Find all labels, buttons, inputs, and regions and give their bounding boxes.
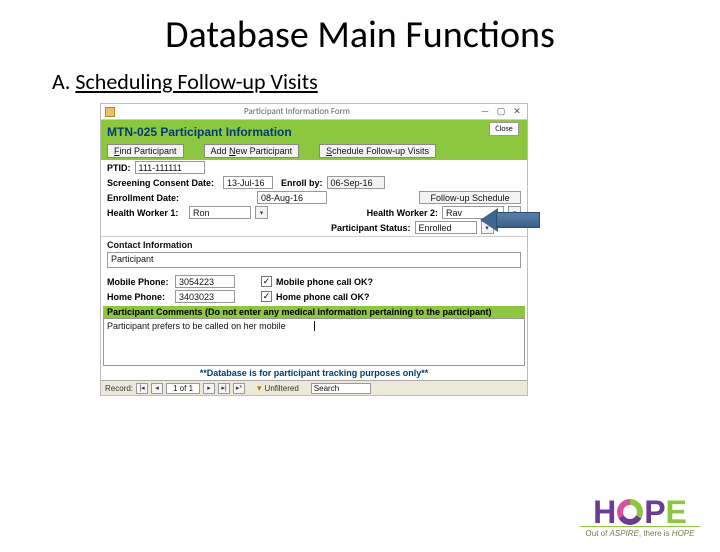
hw1-label: Health Worker 1: bbox=[107, 208, 185, 218]
home-field[interactable]: 3403023 bbox=[175, 290, 235, 303]
close-button[interactable]: Close bbox=[489, 122, 519, 136]
section-prefix: A. bbox=[52, 68, 75, 95]
enrollby-field: 06-Sep-16 bbox=[327, 176, 385, 189]
logo-letter-h: H bbox=[593, 496, 616, 528]
footer-note: **Database is for participant tracking p… bbox=[101, 366, 527, 380]
hw2-label: Health Worker 2: bbox=[367, 208, 438, 218]
contact-info-header: Contact Information bbox=[101, 238, 527, 250]
comments-header: Participant Comments (Do not enter any m… bbox=[103, 306, 525, 318]
participant-name-field[interactable]: Participant bbox=[107, 252, 521, 268]
hw1-field[interactable]: Ron bbox=[189, 206, 251, 219]
screening-label: Screening Consent Date: bbox=[107, 178, 219, 188]
form-header: MTN-025 Participant Information Close Fi… bbox=[101, 120, 527, 160]
app-window: Participant Information Form — ▢ ✕ MTN-0… bbox=[100, 103, 528, 396]
enroll-date-field[interactable]: 08-Aug-16 bbox=[257, 191, 327, 204]
form-icon bbox=[105, 107, 115, 117]
screening-date-field[interactable]: 13-Jul-16 bbox=[223, 176, 273, 189]
record-position: 1 of 1 bbox=[166, 383, 200, 394]
ptid-label: PTID: bbox=[107, 163, 131, 173]
comments-textarea[interactable]: Participant prefers to be called on her … bbox=[103, 318, 525, 366]
schedule-label: chedule Follow-up Visits bbox=[332, 146, 429, 156]
home-ok-checkbox[interactable]: ✓ bbox=[261, 291, 272, 302]
logo-letter-e: E bbox=[666, 496, 687, 528]
window-titlebar: Participant Information Form — ▢ ✕ bbox=[101, 104, 527, 120]
window-title: Participant Information Form bbox=[119, 106, 475, 117]
slide-title: Database Main Functions bbox=[0, 12, 720, 58]
add-label: Add New Participant bbox=[211, 146, 293, 156]
text-cursor bbox=[314, 321, 315, 331]
pstatus-label: Participant Status: bbox=[331, 223, 411, 233]
first-record-button[interactable]: |◂ bbox=[136, 383, 148, 394]
section-title: A. Scheduling Follow-up Visits bbox=[52, 68, 720, 95]
record-label: Record: bbox=[105, 384, 133, 393]
callout-arrow-icon bbox=[480, 208, 540, 232]
mobile-field[interactable]: 3054223 bbox=[175, 275, 235, 288]
comments-text: Participant prefers to be called on her … bbox=[107, 321, 286, 331]
record-navigator: Record: |◂ ◂ 1 of 1 ▸ ▸| ▸* ▾ Unfiltered… bbox=[101, 380, 527, 395]
minimize-icon[interactable]: — bbox=[479, 106, 491, 117]
filter-icon: ▾ bbox=[257, 383, 262, 394]
search-input[interactable]: Search bbox=[311, 383, 371, 394]
last-record-button[interactable]: ▸| bbox=[218, 383, 230, 394]
form-body: PTID: 111-111111 Screening Consent Date:… bbox=[101, 160, 527, 395]
mobile-ok-label: Mobile phone call OK? bbox=[276, 277, 373, 287]
schedule-followup-button[interactable]: Schedule Follow-up Visits bbox=[319, 144, 436, 158]
home-label: Home Phone: bbox=[107, 292, 171, 302]
maximize-icon[interactable]: ▢ bbox=[495, 106, 507, 117]
enrollby-label: Enroll by: bbox=[281, 178, 323, 188]
logo-ring-icon bbox=[616, 498, 644, 526]
home-ok-label: Home phone call OK? bbox=[276, 292, 370, 302]
next-record-button[interactable]: ▸ bbox=[203, 383, 215, 394]
section-name: Scheduling Follow-up Visits bbox=[75, 68, 317, 95]
find-participant-button[interactable]: Find Participant bbox=[107, 144, 184, 158]
prev-record-button[interactable]: ◂ bbox=[151, 383, 163, 394]
new-record-button[interactable]: ▸* bbox=[233, 383, 245, 394]
filter-status[interactable]: Unfiltered bbox=[265, 384, 299, 393]
mobile-ok-checkbox[interactable]: ✓ bbox=[261, 276, 272, 287]
close-x-icon[interactable]: ✕ bbox=[511, 106, 523, 117]
hope-logo: H P E Out of ASPIRE, there is HOPE bbox=[580, 496, 700, 538]
logo-letter-p: P bbox=[644, 496, 665, 528]
ptid-field[interactable]: 111-111111 bbox=[135, 161, 205, 174]
enrolldate-label: Enrollment Date: bbox=[107, 193, 219, 203]
form-header-title: MTN-025 Participant Information bbox=[107, 125, 292, 139]
divider bbox=[101, 236, 527, 237]
add-new-participant-button[interactable]: Add New Participant bbox=[204, 144, 300, 158]
followup-schedule-button[interactable]: Follow-up Schedule bbox=[419, 191, 521, 204]
chevron-down-icon[interactable]: ▾ bbox=[255, 206, 268, 219]
mobile-label: Mobile Phone: bbox=[107, 277, 171, 287]
pstatus-field[interactable]: Enrolled bbox=[415, 221, 477, 234]
find-label: ind Participant bbox=[120, 146, 177, 156]
